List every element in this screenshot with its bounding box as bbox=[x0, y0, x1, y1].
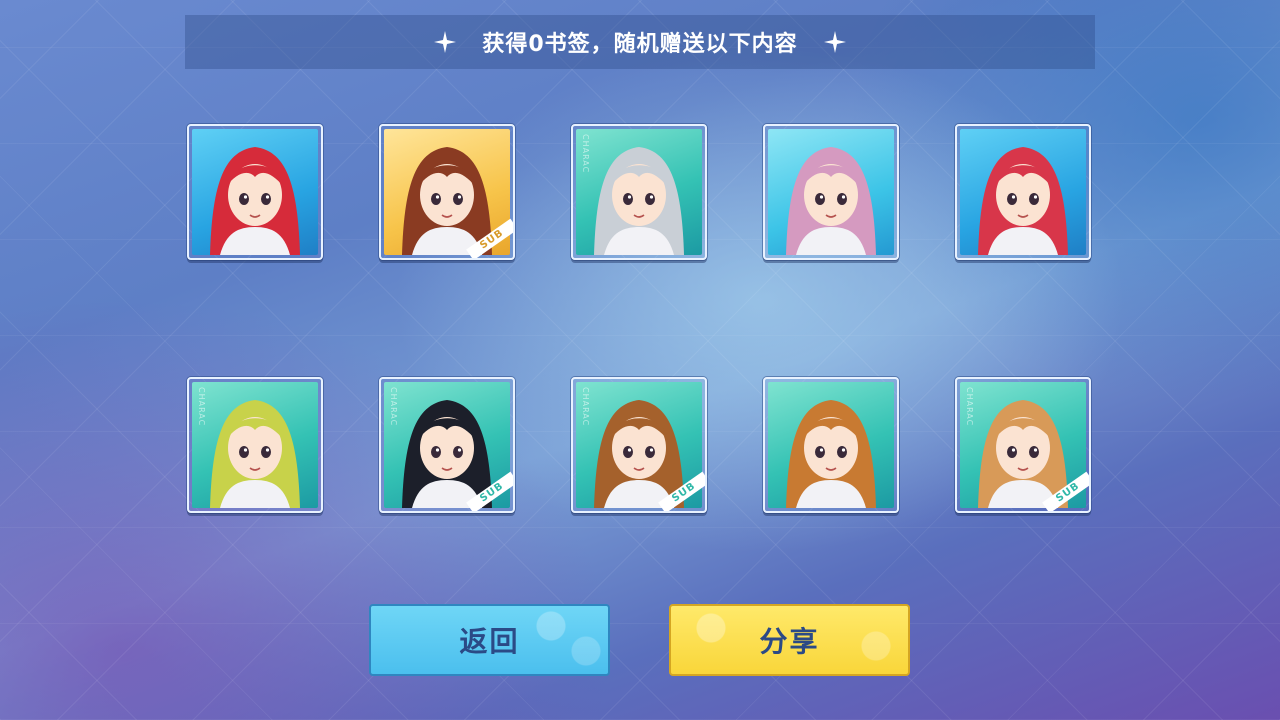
reward-card-brown-twintail-girl[interactable]: SUB bbox=[379, 124, 515, 260]
banner-title: 获得0书签，随机赠送以下内容 bbox=[482, 32, 798, 57]
share-button-label: 分享 bbox=[759, 625, 820, 658]
share-button[interactable]: 分享 bbox=[669, 604, 910, 676]
chara-watermark: CHARAC bbox=[581, 134, 590, 174]
chara-watermark: CHARAC bbox=[389, 387, 398, 427]
chara-watermark: CHARAC bbox=[965, 387, 974, 427]
reward-card-pink-hair-girl[interactable] bbox=[763, 124, 899, 260]
reward-card-red-hair-schoolgirl[interactable] bbox=[955, 124, 1091, 260]
character-portrait bbox=[978, 147, 1068, 255]
character-portrait bbox=[786, 147, 876, 255]
chara-watermark: CHARAC bbox=[197, 387, 206, 427]
character-portrait bbox=[210, 147, 300, 255]
background-pattern bbox=[0, 0, 1280, 720]
reward-card-orange-short-hair-girl[interactable] bbox=[763, 377, 899, 513]
reward-card-blonde-glasses-man[interactable]: CHARAC bbox=[187, 377, 323, 513]
sparkle-icon bbox=[434, 31, 457, 53]
character-portrait bbox=[786, 400, 876, 508]
reward-card-silver-hair-woman[interactable]: CHARAC bbox=[571, 124, 707, 260]
sparkle-icon bbox=[823, 31, 846, 53]
back-button-label: 返回 bbox=[459, 625, 520, 658]
character-portrait bbox=[210, 400, 300, 508]
back-button[interactable]: 返回 bbox=[369, 604, 610, 676]
reward-card-brown-short-hair-girl[interactable]: CHARAC SUB bbox=[571, 377, 707, 513]
reward-card-red-hair-girl[interactable] bbox=[187, 124, 323, 260]
reward-card-black-hair-boy[interactable]: CHARAC SUB bbox=[379, 377, 515, 513]
character-portrait bbox=[594, 147, 684, 255]
chara-watermark: CHARAC bbox=[581, 387, 590, 427]
reward-card-light-brown-hair-girl[interactable]: CHARAC SUB bbox=[955, 377, 1091, 513]
reward-banner: 获得0书签，随机赠送以下内容 bbox=[185, 15, 1095, 69]
